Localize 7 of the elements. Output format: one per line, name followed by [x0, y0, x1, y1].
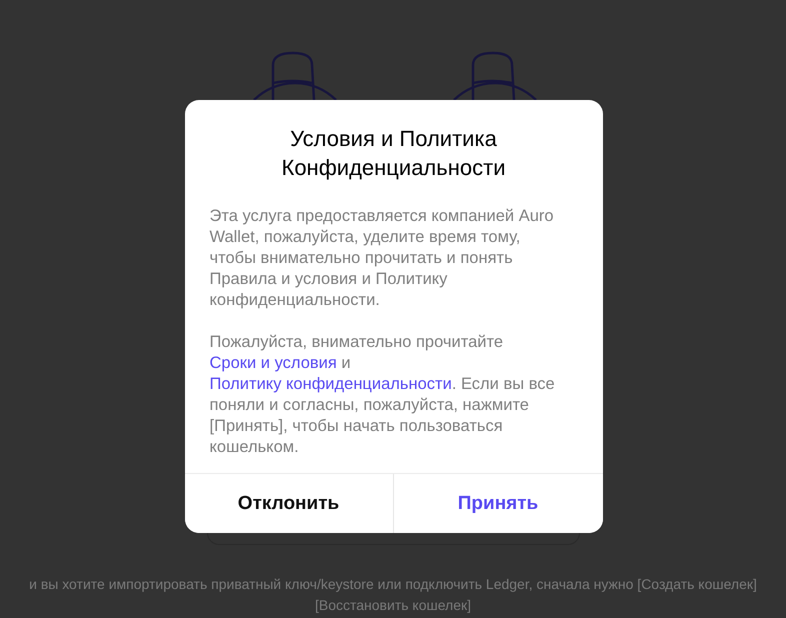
footer-note: и вы хотите импортировать приватный ключ/keystore или подключить Ledger, сначала нужно [Создать кошелек] [Восстановить кошелек]	[29, 575, 757, 615]
text-link[interactable]: Политику конфиденциальности	[210, 375, 452, 393]
body-paragraph: Пожалуйста, внимательно прочитайте Сроки и условия и Политику конфиденциальности. Если вы все поняли и согласны, пожалуйста, нажмите [Принять], чтобы начать пользоваться кошельком.	[210, 332, 556, 458]
text-link[interactable]: Сроки и условия	[210, 354, 337, 372]
decline-button[interactable]: Отклонить	[184, 474, 394, 533]
body-paragraph: Эта услуга предоставляется компанией Auro Wallet, пожалуйста, уделите время тому, чтобы внимательно прочитать и понять Правила и условия и Политику конфиденциальности.	[210, 206, 555, 311]
dialog-title: Условия и Политика Конфиденциальности	[280, 125, 506, 182]
